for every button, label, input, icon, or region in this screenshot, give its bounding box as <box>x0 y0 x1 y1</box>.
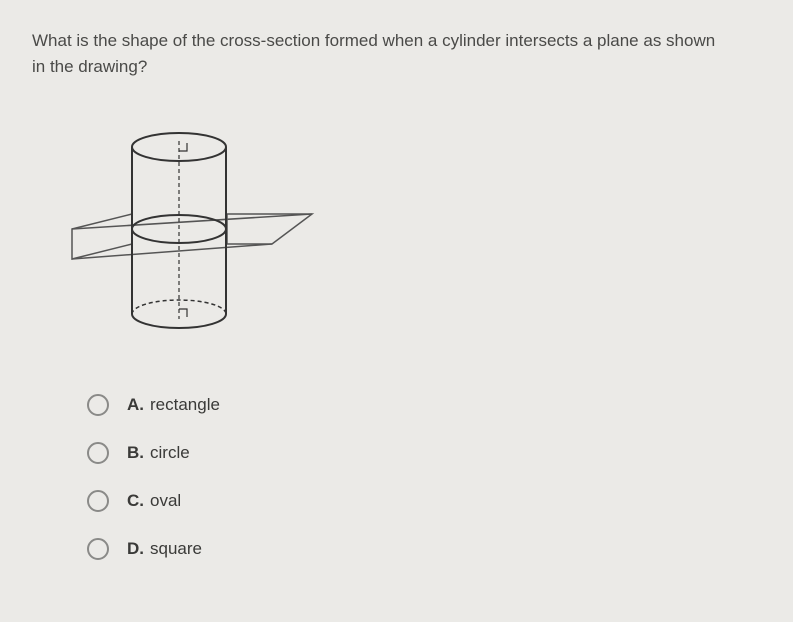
radio-icon <box>87 490 109 512</box>
radio-icon <box>87 538 109 560</box>
option-text: square <box>150 539 202 559</box>
option-letter: A. <box>127 395 144 415</box>
option-b[interactable]: B. circle <box>87 442 761 464</box>
option-d[interactable]: D. square <box>87 538 761 560</box>
option-letter: C. <box>127 491 144 511</box>
option-c[interactable]: C. oval <box>87 490 761 512</box>
radio-icon <box>87 442 109 464</box>
question-text: What is the shape of the cross-section f… <box>32 28 732 79</box>
radio-icon <box>87 394 109 416</box>
options-group: A. rectangle B. circle C. oval D. square <box>87 394 761 560</box>
option-text: oval <box>150 491 181 511</box>
option-text: rectangle <box>150 395 220 415</box>
option-letter: B. <box>127 443 144 463</box>
option-text: circle <box>150 443 190 463</box>
cylinder-diagram <box>52 119 761 344</box>
option-letter: D. <box>127 539 144 559</box>
option-a[interactable]: A. rectangle <box>87 394 761 416</box>
